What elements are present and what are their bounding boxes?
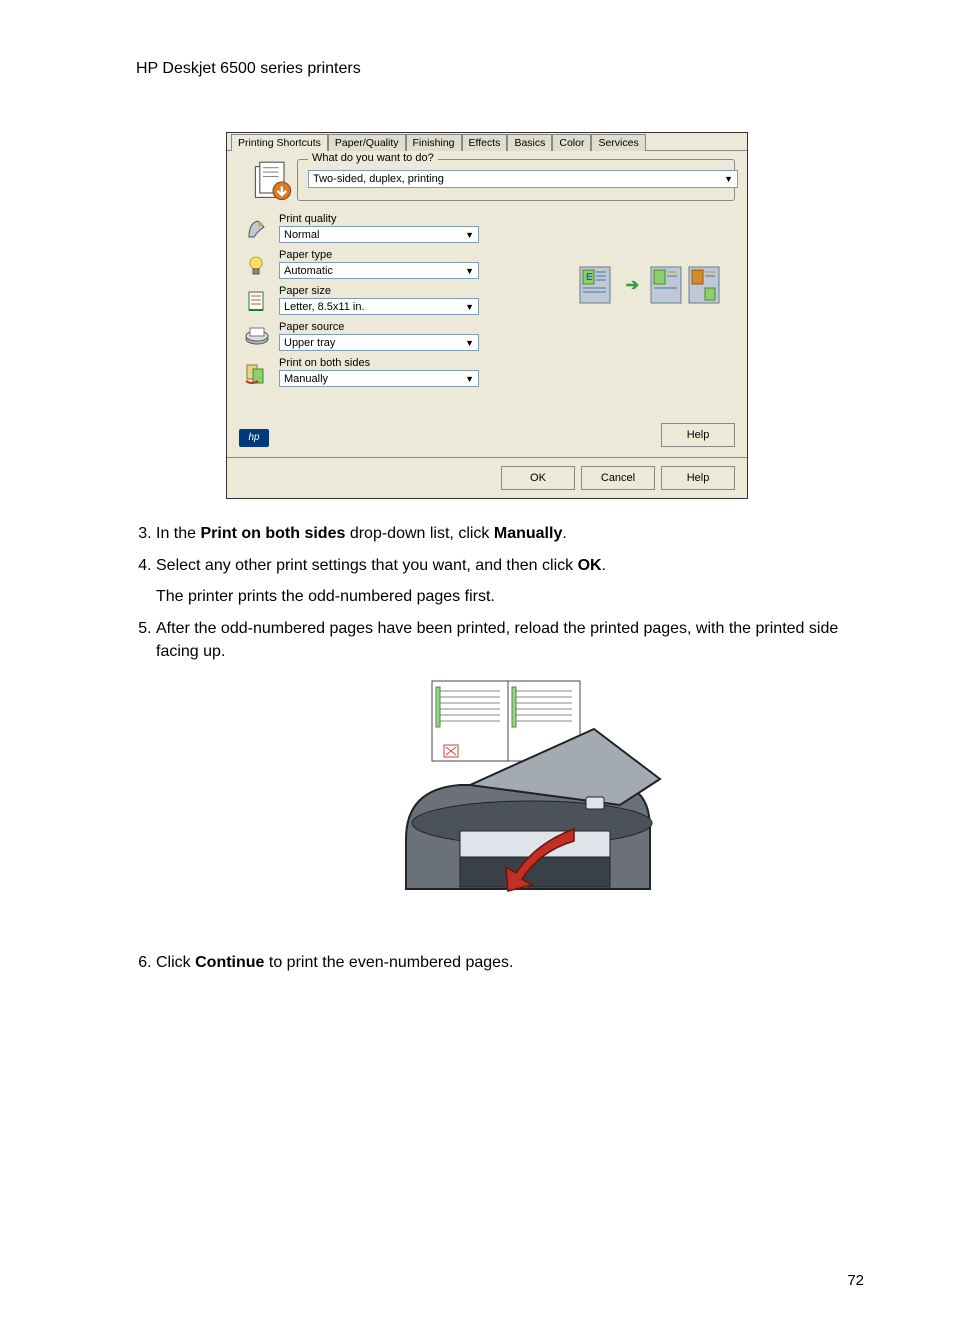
fieldset-legend: What do you want to do?: [308, 152, 438, 164]
svg-text:E: E: [586, 272, 593, 283]
chevron-down-icon: ▼: [724, 174, 733, 184]
paper-source-value: Upper tray: [284, 337, 335, 349]
tab-basics[interactable]: Basics: [507, 134, 552, 151]
duplex-icon: [244, 361, 270, 387]
duplex-pages-icon: [649, 263, 723, 307]
tab-paper-quality[interactable]: Paper/Quality: [328, 134, 406, 151]
task-select-value: Two-sided, duplex, printing: [313, 173, 444, 185]
text: Select any other print settings that you…: [156, 557, 578, 574]
paper-source-select[interactable]: Upper tray ▼: [279, 334, 479, 351]
step-4: Select any other print settings that you…: [156, 555, 864, 608]
text: .: [602, 557, 606, 574]
tab-services[interactable]: Services: [591, 134, 645, 151]
page-number: 72: [847, 1272, 864, 1289]
paper-type-value: Automatic: [284, 265, 333, 277]
tab-color[interactable]: Color: [552, 134, 591, 151]
step-6: Click Continue to print the even-numbere…: [156, 952, 864, 974]
paper-type-label: Paper type: [279, 249, 489, 261]
paper-source-label: Paper source: [279, 321, 489, 333]
tab-strip: Printing Shortcuts Paper/Quality Finishi…: [227, 133, 747, 151]
text: After the odd-numbered pages have been p…: [156, 620, 838, 659]
text-bold: Manually: [494, 525, 562, 542]
step-4-note: The printer prints the odd-numbered page…: [156, 586, 864, 608]
chevron-down-icon: ▼: [465, 374, 474, 384]
text-bold: OK: [578, 557, 602, 574]
paper-size-icon: [244, 289, 270, 315]
print-dialog: Printing Shortcuts Paper/Quality Finishi…: [226, 132, 748, 499]
paper-size-value: Letter, 8.5x11 in.: [284, 301, 365, 313]
step-3: In the Print on both sides drop-down lis…: [156, 523, 864, 545]
text: drop-down list, click: [345, 525, 494, 542]
text-bold: Print on both sides: [200, 525, 345, 542]
text: Click: [156, 954, 195, 971]
chevron-down-icon: ▼: [465, 230, 474, 240]
tab-finishing[interactable]: Finishing: [406, 134, 462, 151]
step-5: After the odd-numbered pages have been p…: [156, 618, 864, 936]
tray-icon: [244, 325, 270, 351]
text: to print the even-numbered pages.: [264, 954, 513, 971]
help-button[interactable]: Help: [661, 466, 735, 490]
text: In the: [156, 525, 200, 542]
arrow-right-icon: ➔: [626, 275, 639, 295]
text-bold: Continue: [195, 954, 264, 971]
chevron-down-icon: ▼: [465, 338, 474, 348]
page-header: HP Deskjet 6500 series printers: [136, 60, 864, 78]
help-button-inner[interactable]: Help: [661, 423, 735, 447]
chevron-down-icon: ▼: [465, 302, 474, 312]
both-sides-label: Print on both sides: [279, 357, 489, 369]
print-quality-value: Normal: [284, 229, 319, 241]
paper-type-select[interactable]: Automatic ▼: [279, 262, 479, 279]
pages-icon: [250, 160, 296, 204]
tab-effects[interactable]: Effects: [462, 134, 508, 151]
paper-size-label: Paper size: [279, 285, 489, 297]
hp-logo-icon[interactable]: hp: [239, 429, 269, 447]
both-sides-select[interactable]: Manually ▼: [279, 370, 479, 387]
tab-printing-shortcuts[interactable]: Printing Shortcuts: [231, 134, 328, 151]
lightbulb-icon: [244, 253, 270, 279]
quality-icon: [244, 217, 270, 243]
duplex-preview: E ➔: [576, 263, 723, 307]
reload-paper-illustration: [156, 679, 864, 936]
ok-button[interactable]: OK: [501, 466, 575, 490]
chevron-down-icon: ▼: [465, 266, 474, 276]
cancel-button[interactable]: Cancel: [581, 466, 655, 490]
paper-size-select[interactable]: Letter, 8.5x11 in. ▼: [279, 298, 479, 315]
both-sides-value: Manually: [284, 373, 328, 385]
task-select[interactable]: Two-sided, duplex, printing ▼: [308, 170, 738, 188]
print-quality-label: Print quality: [279, 213, 489, 225]
instruction-list: In the Print on both sides drop-down lis…: [136, 523, 864, 975]
text: .: [562, 525, 566, 542]
print-quality-select[interactable]: Normal ▼: [279, 226, 479, 243]
single-page-icon: E: [576, 263, 616, 307]
